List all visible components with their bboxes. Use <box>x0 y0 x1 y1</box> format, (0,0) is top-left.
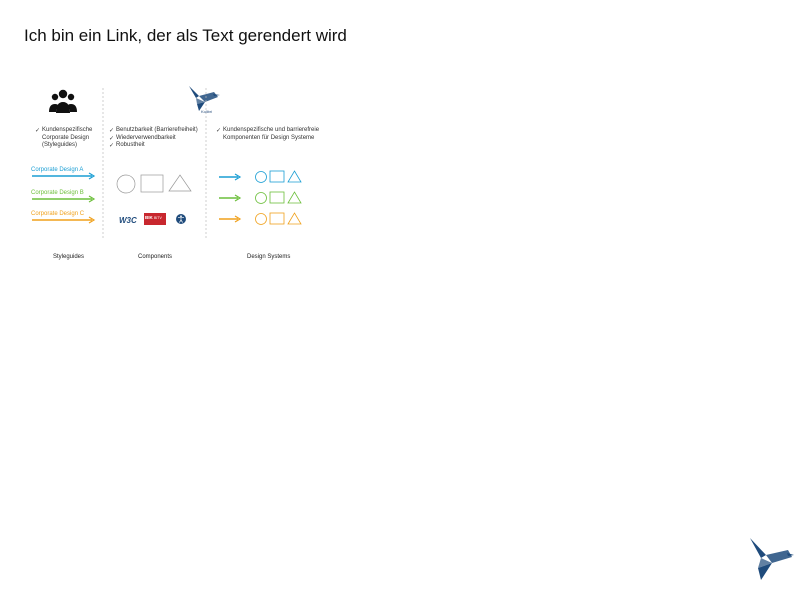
accessibility-icon <box>176 214 186 224</box>
w3c-logo: W3C <box>119 216 137 225</box>
components-check-3: Robustheit <box>116 142 145 148</box>
arrow-right-icon <box>32 172 96 180</box>
shapes-row-a <box>255 170 302 183</box>
check-icon: ✓ <box>109 128 115 134</box>
row-label-corporate-design-c: Corporate Design C <box>31 211 85 217</box>
shapes-row-c <box>255 212 302 225</box>
triangle-icon <box>287 191 302 204</box>
triangle-icon <box>168 174 192 192</box>
column-label-components: Components <box>138 254 173 260</box>
bitv-logo-text: BITV <box>154 216 162 220</box>
square-icon <box>269 170 285 183</box>
w3c-logo-text: W3C <box>119 216 137 225</box>
circle-icon <box>116 174 136 194</box>
components-check-1: Benutzbarkeit (Barrierefreiheit) <box>116 127 198 133</box>
circle-icon <box>255 171 267 183</box>
check-icon: ✓ <box>35 128 41 134</box>
circle-icon <box>255 192 267 204</box>
check-icon: ✓ <box>109 143 115 149</box>
row-label-corporate-design-b: Corporate Design B <box>31 190 84 196</box>
design-systems-check-line-2: Komponenten für Design Systeme <box>223 134 315 141</box>
design-systems-check-line-1: Kundenspezifische und barrierefreie <box>223 127 320 133</box>
arrow-right-icon <box>219 173 242 181</box>
styleguides-check-line-1: Kundenspezifische <box>42 127 93 133</box>
components-check-2: Wiederverwendbarkeit <box>116 134 176 141</box>
check-icon: ✓ <box>216 128 222 134</box>
kolibri-logo <box>750 538 794 580</box>
design-system-diagram: W3C BIK BITV <box>32 86 302 238</box>
column-label-design-systems: Design Systems <box>247 254 291 260</box>
bik-logo-text: BIK <box>145 215 154 220</box>
kolibri-logo <box>189 86 220 111</box>
kolibri-caption: Kolibri <box>201 109 213 114</box>
arrow-right-icon <box>219 194 242 202</box>
bitv-logo: BIK BITV <box>144 213 166 225</box>
row-label-corporate-design-a: Corporate Design A <box>31 167 84 173</box>
arrow-right-icon <box>32 216 96 224</box>
check-icon: ✓ <box>109 135 115 142</box>
arrow-right-icon <box>219 215 242 223</box>
styleguides-check-line-2: Corporate Design <box>42 134 90 141</box>
people-icon <box>49 89 77 113</box>
shapes-row-b <box>255 191 302 204</box>
styleguides-check-line-3: (Styleguides) <box>42 142 78 148</box>
square-icon <box>140 174 164 193</box>
square-icon <box>269 191 285 204</box>
column-label-styleguides: Styleguides <box>53 254 85 260</box>
triangle-icon <box>287 170 302 183</box>
circle-icon <box>255 213 267 225</box>
triangle-icon <box>287 212 302 225</box>
square-icon <box>269 212 285 225</box>
arrow-right-icon <box>32 195 96 203</box>
